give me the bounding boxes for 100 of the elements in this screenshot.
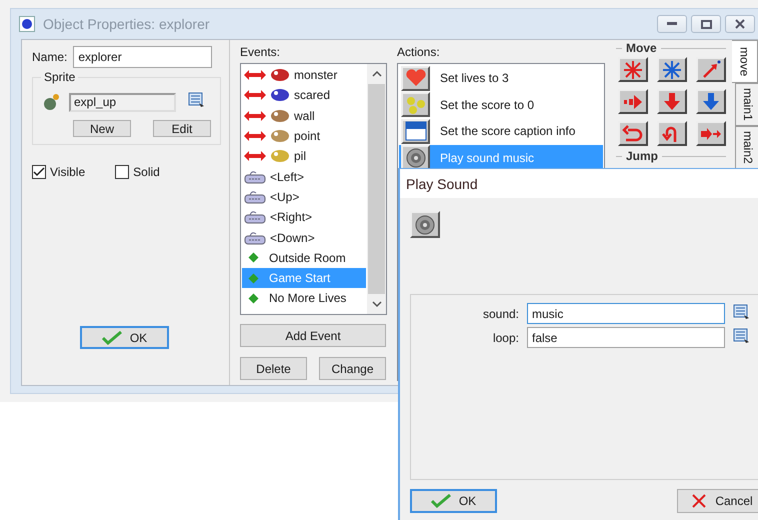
list-select-icon[interactable] [188, 92, 205, 109]
tool-button[interactable] [696, 89, 726, 114]
tool-button[interactable] [618, 89, 648, 114]
events-label: Events: [240, 45, 282, 59]
list-select-icon[interactable] [733, 328, 750, 344]
checkmark-icon [102, 330, 122, 344]
window-title: Object Properties: explorer [43, 16, 210, 32]
checkmark-icon [430, 494, 451, 508]
tool-button[interactable] [696, 121, 726, 146]
event-item[interactable]: <Up> [242, 186, 366, 208]
minimize-icon [667, 22, 677, 26]
event-item[interactable]: point [242, 126, 366, 146]
maximize-icon [700, 20, 712, 28]
eight-arrows-icon [622, 60, 644, 80]
event-label: pil [294, 149, 306, 164]
event-label: <Down> [270, 230, 315, 245]
event-label: <Up> [270, 190, 300, 204]
group-label: Jump [626, 149, 658, 163]
down-arrow-icon [700, 92, 722, 112]
minimize-button[interactable] [657, 15, 687, 33]
add-event-button[interactable]: Add Event [240, 324, 386, 347]
tool-button[interactable] [618, 121, 648, 146]
ok-button[interactable]: OK [410, 489, 497, 513]
tool-button[interactable] [657, 57, 687, 82]
sprite-button[interactable]: New [73, 120, 131, 137]
action-item[interactable]: Set the score caption info [399, 118, 603, 144]
event-label: Game Start [269, 271, 330, 286]
checkbox[interactable] [32, 165, 46, 179]
tool-button[interactable] [657, 121, 687, 146]
sprite-field[interactable]: expl_up [69, 92, 176, 112]
speaker-icon [404, 146, 426, 169]
event-item[interactable]: Outside Room [242, 248, 366, 268]
ok-button[interactable]: OK [80, 326, 169, 349]
tool-button[interactable] [696, 57, 726, 82]
tool-button[interactable] [618, 57, 648, 82]
event-label: wall [294, 108, 315, 123]
double-arrow-icon [244, 150, 266, 162]
group-label: Move [626, 41, 657, 55]
event-item[interactable]: <Left> [242, 166, 366, 187]
double-arrow-icon [244, 110, 266, 122]
app-icon [19, 16, 35, 32]
keyboard-icon [244, 210, 266, 224]
checkbox[interactable] [115, 165, 130, 179]
heart-icon [404, 69, 426, 88]
sprite-button[interactable]: Edit [153, 120, 211, 137]
event-label: <Right> [270, 210, 312, 224]
event-item[interactable]: pil [242, 146, 366, 166]
maximize-button[interactable] [691, 15, 721, 33]
tool-button[interactable] [657, 89, 687, 114]
field-label: loop: [492, 330, 519, 344]
event-label: <Left> [270, 170, 304, 184]
event-item[interactable]: monster [242, 65, 366, 86]
change-button[interactable]: Change [319, 357, 386, 380]
dialog-title: Play Sound [406, 176, 478, 192]
u-turn-arrow-icon [622, 124, 644, 144]
event-label: monster [294, 68, 338, 82]
event-label: No More Lives [269, 291, 346, 306]
sprite-icon [41, 93, 61, 111]
tab[interactable]: main1 [735, 83, 758, 126]
delete-button[interactable]: Delete [240, 357, 307, 380]
diamond-icon [248, 272, 259, 284]
name-label: Name: [32, 50, 68, 64]
action-item[interactable]: Set lives to 3 [399, 65, 603, 92]
checkbox-label: Visible [50, 165, 86, 179]
diamond-icon [248, 252, 259, 264]
down-arrow-icon [661, 92, 683, 112]
keyboard-icon [244, 190, 266, 204]
actions-label: Actions: [397, 45, 441, 59]
keyboard-icon [244, 170, 266, 184]
checkbox-label: Solid [133, 165, 160, 179]
field-label: sound: [482, 306, 519, 320]
chevron-up-icon [372, 70, 382, 78]
coins-icon [404, 94, 426, 115]
check-icon [33, 167, 45, 177]
event-item[interactable]: <Right> [242, 207, 366, 228]
event-item[interactable]: wall [242, 106, 366, 126]
cancel-button[interactable]: Cancel [677, 489, 758, 513]
event-item[interactable]: <Down> [242, 227, 366, 248]
action-label: Play sound music [440, 150, 534, 165]
name-field[interactable]: explorer [73, 46, 212, 68]
action-label: Set the score to 0 [440, 98, 534, 112]
diamond-icon [248, 292, 259, 304]
event-label: scared [294, 88, 330, 102]
action-item[interactable]: Set the score to 0 [399, 92, 603, 118]
double-arrow-icon [244, 89, 266, 102]
double-arrow-icon [244, 130, 266, 142]
list-select-icon[interactable] [733, 304, 750, 320]
tab[interactable]: move [732, 40, 758, 83]
event-label: point [294, 129, 320, 144]
scrollbar[interactable] [367, 64, 386, 314]
argument-field[interactable]: false [527, 327, 725, 348]
group-label: Sprite [41, 70, 78, 84]
close-icon [691, 493, 708, 509]
speaker-icon [414, 214, 436, 236]
event-item[interactable]: scared [242, 85, 366, 106]
tab[interactable]: main2 [735, 126, 758, 169]
close-icon [735, 19, 745, 29]
event-item[interactable]: No More Lives [242, 288, 366, 309]
close-button[interactable] [725, 15, 755, 33]
argument-field[interactable]: music [527, 303, 725, 324]
